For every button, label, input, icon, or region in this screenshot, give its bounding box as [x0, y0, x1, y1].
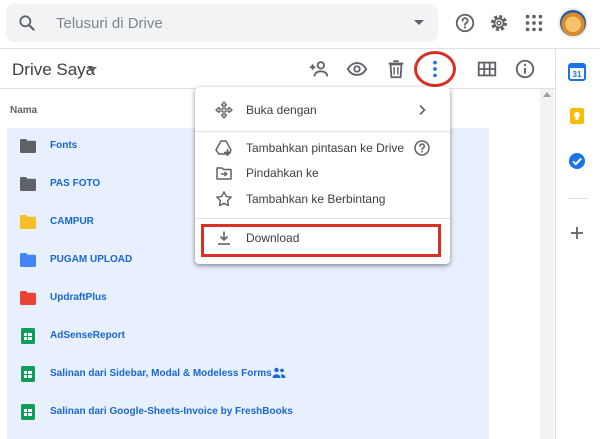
- search-box[interactable]: Telusuri di Drive: [6, 4, 438, 42]
- folder-icon: [20, 253, 36, 267]
- help-icon[interactable]: [413, 139, 431, 157]
- move-to-icon: [216, 167, 232, 180]
- calendar-icon[interactable]: 31: [568, 63, 586, 81]
- star-icon: [216, 191, 232, 207]
- file-row[interactable]: Salinan dari Sidebar, Modal & Modeless F…: [7, 356, 489, 394]
- folder-icon: [20, 291, 36, 305]
- grid-view-icon[interactable]: [476, 58, 498, 80]
- file-name: PUGAM UPLOAD: [50, 254, 133, 265]
- scroll-up-icon[interactable]: [543, 92, 551, 97]
- menu-item-label: Tambahkan ke Berbintang: [246, 192, 386, 206]
- sheets-icon: [21, 366, 35, 382]
- info-icon[interactable]: [514, 58, 536, 80]
- search-icon: [19, 15, 35, 31]
- menu-item-label: Buka dengan: [246, 103, 317, 117]
- file-row[interactable]: UpdraftPlus: [7, 280, 489, 318]
- scrollbar[interactable]: [540, 89, 554, 439]
- chevron-down-icon[interactable]: [87, 67, 97, 72]
- menu-divider: [195, 218, 450, 219]
- gear-icon[interactable]: [488, 12, 510, 34]
- avatar[interactable]: [558, 8, 588, 38]
- help-icon[interactable]: [454, 12, 476, 34]
- menu-divider: [195, 131, 450, 132]
- keep-notes-icon[interactable]: [568, 107, 586, 125]
- file-name: UpdraftPlus: [50, 292, 107, 303]
- side-panel: 31: [555, 49, 600, 439]
- download-highlight: [201, 224, 441, 257]
- tasks-icon[interactable]: [568, 152, 586, 170]
- folder-icon: [20, 177, 36, 191]
- top-bar: Telusuri di Drive: [0, 0, 600, 49]
- context-menu: Buka dengan Tambahkan pintasan ke Drive …: [195, 87, 450, 264]
- calendar-day: 31: [573, 70, 582, 79]
- folder-icon: [20, 139, 36, 153]
- menu-item-label: Pindahkan ke: [246, 166, 319, 180]
- file-row[interactable]: AdSenseReport: [7, 318, 489, 356]
- search-input[interactable]: Telusuri di Drive: [56, 15, 163, 32]
- file-name: Salinan dari Google-Sheets-Invoice by Fr…: [50, 406, 293, 417]
- file-name: Fonts: [50, 140, 78, 151]
- file-name: CAMPUR: [50, 216, 94, 227]
- sheets-icon: [21, 328, 35, 344]
- share-add-person-icon[interactable]: [308, 58, 330, 80]
- add-shortcut-icon: [215, 140, 232, 156]
- folder-icon: [20, 215, 36, 229]
- sheets-icon: [21, 404, 35, 420]
- menu-item-add-starred[interactable]: Tambahkan ke Berbintang: [195, 186, 450, 211]
- column-name-header[interactable]: Nama: [10, 105, 37, 116]
- side-panel-divider: [568, 198, 588, 199]
- more-button-highlight: [414, 51, 456, 87]
- search-options-icon[interactable]: [414, 20, 424, 25]
- page-title[interactable]: Drive Saya: [12, 60, 95, 80]
- file-name: Salinan dari Sidebar, Modal & Modeless F…: [50, 368, 272, 379]
- chevron-right-icon: [419, 104, 426, 116]
- shared-people-icon: [272, 367, 286, 378]
- menu-item-label: Tambahkan pintasan ke Drive: [246, 141, 405, 155]
- apps-grid-icon[interactable]: [523, 12, 545, 34]
- file-name: PAS FOTO: [50, 178, 101, 189]
- menu-item-open-with[interactable]: Buka dengan: [195, 97, 450, 122]
- menu-item-move-to[interactable]: Pindahkan ke: [195, 160, 450, 185]
- file-name: AdSenseReport: [50, 330, 126, 341]
- menu-item-add-shortcut[interactable]: Tambahkan pintasan ke Drive: [195, 135, 450, 160]
- eye-preview-icon[interactable]: [346, 58, 368, 80]
- add-addon-icon[interactable]: [568, 224, 586, 242]
- trash-icon[interactable]: [385, 58, 407, 80]
- drive-toolbar: Drive Saya: [0, 49, 555, 89]
- move-icon: [215, 101, 233, 119]
- file-row[interactable]: Salinan dari Google-Sheets-Invoice by Fr…: [7, 394, 489, 432]
